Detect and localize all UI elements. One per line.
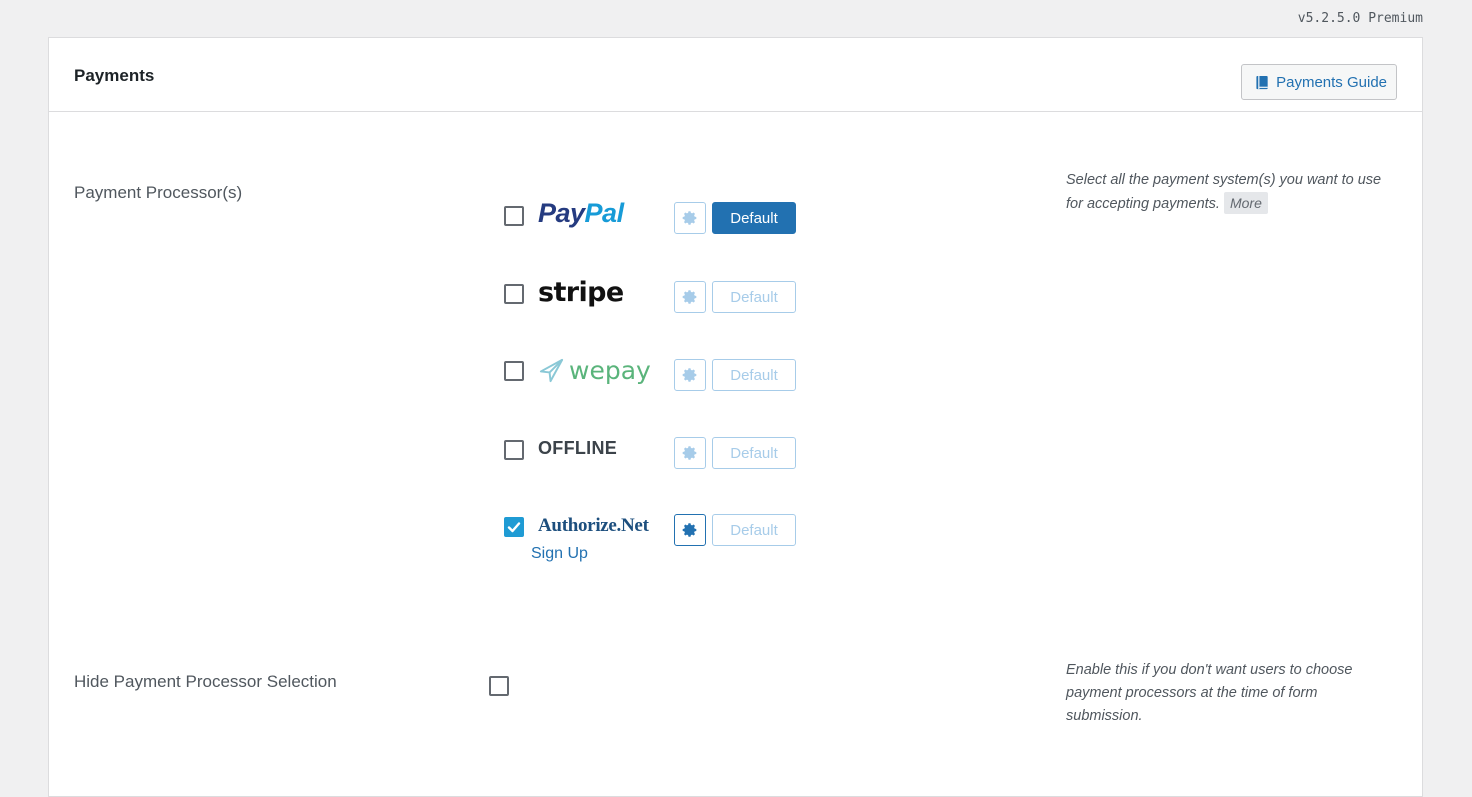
checkmark-icon — [507, 522, 521, 533]
gear-icon — [682, 446, 697, 460]
panel-header: Payments Payments Guide — [49, 38, 1422, 112]
payment-processors-help: Select all the payment system(s) you wan… — [1066, 169, 1396, 216]
authorize-net-logo: Authorize.Net — [538, 515, 649, 536]
offline-settings-button[interactable] — [674, 437, 706, 469]
paypal-settings-button[interactable] — [674, 202, 706, 234]
version-label: v5.2.5.0 Premium — [1297, 11, 1423, 26]
wepay-logo: wepay — [538, 356, 651, 385]
more-link[interactable]: More — [1223, 192, 1268, 214]
paypal-logo-part1: Pay — [538, 198, 585, 228]
hide-selection-checkbox[interactable] — [489, 676, 509, 696]
stripe-settings-button[interactable] — [674, 281, 706, 313]
hide-selection-label: Hide Payment Processor Selection — [74, 672, 337, 691]
authorize-net-settings-button[interactable] — [674, 514, 706, 546]
wepay-settings-button[interactable] — [674, 359, 706, 391]
wepay-checkbox[interactable] — [504, 361, 524, 381]
payment-processors-label: Payment Processor(s) — [74, 183, 243, 202]
authorize-net-signup-link[interactable]: Sign Up — [531, 545, 588, 563]
authorize-net-checkbox[interactable] — [504, 517, 524, 537]
gear-icon — [682, 211, 697, 225]
wepay-default-button[interactable]: Default — [712, 359, 796, 391]
gear-icon — [682, 368, 697, 382]
stripe-logo: stripe — [538, 277, 624, 308]
wepay-arrow-icon — [539, 358, 564, 383]
page-title: Payments — [74, 66, 155, 85]
offline-logo: OFFLINE — [538, 438, 618, 458]
paypal-logo-part2: Pal — [584, 198, 625, 228]
payments-guide-button[interactable]: Payments Guide — [1241, 64, 1397, 100]
gear-icon — [682, 523, 697, 537]
paypal-default-button[interactable]: Default — [712, 202, 796, 234]
book-icon — [1256, 75, 1268, 89]
offline-checkbox[interactable] — [504, 440, 524, 460]
gear-icon — [682, 290, 697, 304]
payments-panel: Payments Payments Guide Payment Processo… — [48, 37, 1423, 797]
stripe-default-button[interactable]: Default — [712, 281, 796, 313]
payments-guide-label: Payments Guide — [1276, 73, 1387, 91]
wepay-logo-text: wepay — [569, 356, 651, 385]
stripe-checkbox[interactable] — [504, 284, 524, 304]
authorize-net-default-button[interactable]: Default — [712, 514, 796, 546]
paypal-logo: PayPal — [538, 198, 624, 229]
hide-selection-help: Enable this if you don't want users to c… — [1066, 662, 1353, 724]
paypal-checkbox[interactable] — [504, 206, 524, 226]
offline-default-button[interactable]: Default — [712, 437, 796, 469]
